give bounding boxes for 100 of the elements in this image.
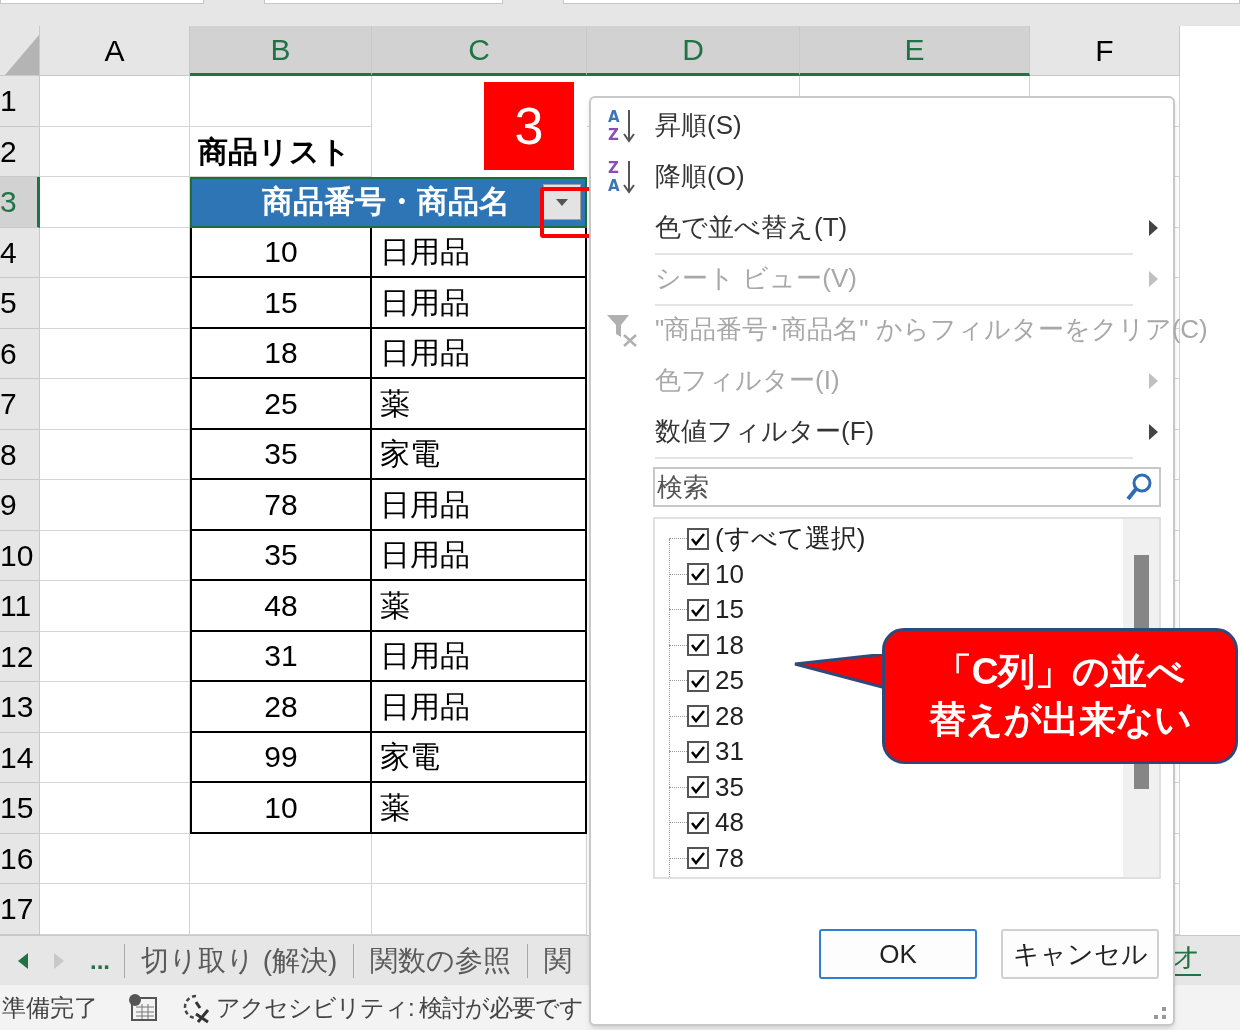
grid-cell[interactable]: 家電 bbox=[372, 732, 587, 783]
table-cell-text: 25 bbox=[264, 385, 298, 422]
checkbox[interactable] bbox=[687, 634, 709, 657]
name-box[interactable] bbox=[0, 0, 205, 4]
grid-cell[interactable] bbox=[40, 884, 190, 935]
row-header[interactable]: 14 bbox=[0, 732, 40, 783]
status-text: 準備完了 bbox=[1, 992, 98, 1023]
row-header[interactable]: 16 bbox=[0, 833, 40, 884]
search-icon[interactable] bbox=[1125, 472, 1153, 502]
macro-record-icon[interactable] bbox=[128, 993, 158, 1022]
table-cell-text: 35 bbox=[264, 537, 298, 574]
formula-field[interactable] bbox=[264, 0, 504, 4]
grid-cell[interactable]: 家電 bbox=[372, 429, 587, 480]
grid-cell[interactable] bbox=[190, 884, 372, 935]
checkbox[interactable] bbox=[687, 563, 709, 586]
checkbox[interactable] bbox=[687, 705, 709, 728]
grid-cell[interactable]: 日用品 bbox=[372, 278, 587, 329]
grid-cell[interactable]: 48 bbox=[190, 581, 372, 632]
menu-item[interactable]: 昇順(S) bbox=[655, 106, 1173, 145]
sheet-tab[interactable]: 切り取り (解決) bbox=[125, 939, 354, 982]
checkbox[interactable] bbox=[687, 527, 709, 550]
checkbox[interactable] bbox=[687, 811, 709, 834]
scroll-left-icon[interactable] bbox=[18, 952, 28, 969]
more-tabs-button[interactable]: ... bbox=[90, 948, 110, 973]
checkbox[interactable] bbox=[687, 847, 709, 870]
grid-cell[interactable]: 10 bbox=[190, 227, 372, 278]
grid-cell[interactable] bbox=[40, 833, 190, 884]
grid-cell[interactable]: 99 bbox=[190, 732, 372, 783]
checkbox[interactable] bbox=[687, 740, 709, 763]
step-badge: 3 bbox=[484, 82, 574, 170]
row-header[interactable]: 10 bbox=[0, 530, 40, 581]
grid-cell[interactable]: 31 bbox=[190, 631, 372, 682]
grid-cell[interactable] bbox=[190, 833, 372, 884]
menu-item[interactable]: 数値フィルター(F) bbox=[655, 412, 1133, 459]
grid-cell[interactable]: 薬 bbox=[372, 783, 587, 834]
list-item-label: 18 bbox=[715, 628, 744, 662]
grid-cell[interactable]: 35 bbox=[190, 429, 372, 480]
list-item-label: 35 bbox=[715, 770, 744, 804]
search-field[interactable]: 検索 bbox=[653, 467, 1161, 507]
menu-item[interactable]: 色で並べ替え(T) bbox=[655, 208, 1133, 255]
grid-cell[interactable] bbox=[190, 76, 372, 127]
column-header[interactable]: B bbox=[190, 26, 372, 76]
list-item-label: 31 bbox=[715, 735, 744, 769]
row-header[interactable]: 13 bbox=[0, 682, 40, 733]
grid-cell[interactable]: 18 bbox=[190, 328, 372, 379]
table-cell-text: 28 bbox=[264, 688, 298, 725]
grid-cell[interactable]: 日用品 bbox=[372, 631, 587, 682]
grid-cell[interactable]: 日用品 bbox=[372, 682, 587, 733]
table-cell-text: 日用品 bbox=[379, 688, 470, 725]
submenu-arrow-icon bbox=[1148, 219, 1158, 236]
row-header[interactable]: 2 bbox=[0, 126, 40, 177]
grid-cell[interactable]: 28 bbox=[190, 682, 372, 733]
table-cell-text: 99 bbox=[264, 739, 298, 776]
checkbox[interactable] bbox=[687, 669, 709, 692]
formula-bar-field[interactable] bbox=[563, 0, 1240, 4]
column-header[interactable]: E bbox=[800, 26, 1030, 76]
checkbox[interactable] bbox=[687, 776, 709, 799]
grid-cell[interactable]: 日用品 bbox=[372, 227, 587, 278]
row-header[interactable]: 1 bbox=[0, 76, 40, 127]
submenu-arrow-icon bbox=[1148, 372, 1158, 389]
column-header[interactable]: F bbox=[1030, 26, 1180, 76]
sheet-tab[interactable]: 関 bbox=[528, 939, 589, 982]
table-cell-text: 日用品 bbox=[379, 537, 470, 574]
grid-cell[interactable]: 日用品 bbox=[372, 530, 587, 581]
row-header[interactable]: 17 bbox=[0, 884, 40, 935]
row-header[interactable]: 11 bbox=[0, 581, 40, 632]
grid-cell[interactable] bbox=[40, 76, 190, 127]
grid-cell[interactable]: 10 bbox=[190, 783, 372, 834]
resize-grip-icon[interactable] bbox=[1153, 1006, 1167, 1020]
table-cell-text: 48 bbox=[264, 587, 298, 624]
grid-cell[interactable] bbox=[372, 884, 587, 935]
row-header[interactable]: 7 bbox=[0, 379, 40, 430]
column-header[interactable]: A bbox=[40, 26, 190, 76]
column-header[interactable]: C bbox=[372, 26, 587, 76]
row-header[interactable]: 3 bbox=[0, 177, 40, 228]
grid-cell[interactable]: 日用品 bbox=[372, 328, 587, 379]
grid-cell[interactable] bbox=[372, 833, 587, 884]
grid-cell[interactable]: 薬 bbox=[372, 581, 587, 632]
row-header[interactable]: 6 bbox=[0, 328, 40, 379]
dialog-button[interactable]: OK bbox=[819, 929, 977, 979]
menu-item[interactable]: 降順(O) bbox=[655, 157, 1173, 196]
row-header[interactable]: 4 bbox=[0, 227, 40, 278]
list-item-label: 78 bbox=[715, 841, 744, 875]
row-header[interactable]: 8 bbox=[0, 429, 40, 480]
grid-cell[interactable]: 35 bbox=[190, 530, 372, 581]
grid-cell[interactable]: 78 bbox=[190, 480, 372, 531]
grid-cell[interactable]: 日用品 bbox=[372, 480, 587, 531]
row-header[interactable]: 9 bbox=[0, 480, 40, 531]
grid-cell[interactable]: 薬 bbox=[372, 379, 587, 430]
row-header[interactable]: 5 bbox=[0, 278, 40, 329]
row-header[interactable]: 12 bbox=[0, 631, 40, 682]
row-header[interactable]: 15 bbox=[0, 783, 40, 834]
column-header[interactable]: D bbox=[587, 26, 800, 76]
scroll-right-icon[interactable] bbox=[54, 952, 64, 969]
sheet-tab[interactable]: 関数の参照 bbox=[354, 939, 528, 982]
grid-cell[interactable] bbox=[40, 126, 190, 177]
checkbox[interactable] bbox=[687, 598, 709, 621]
grid-cell[interactable]: 15 bbox=[190, 278, 372, 329]
grid-cell[interactable]: 25 bbox=[190, 379, 372, 430]
dialog-button[interactable]: キャンセル bbox=[1001, 929, 1159, 979]
